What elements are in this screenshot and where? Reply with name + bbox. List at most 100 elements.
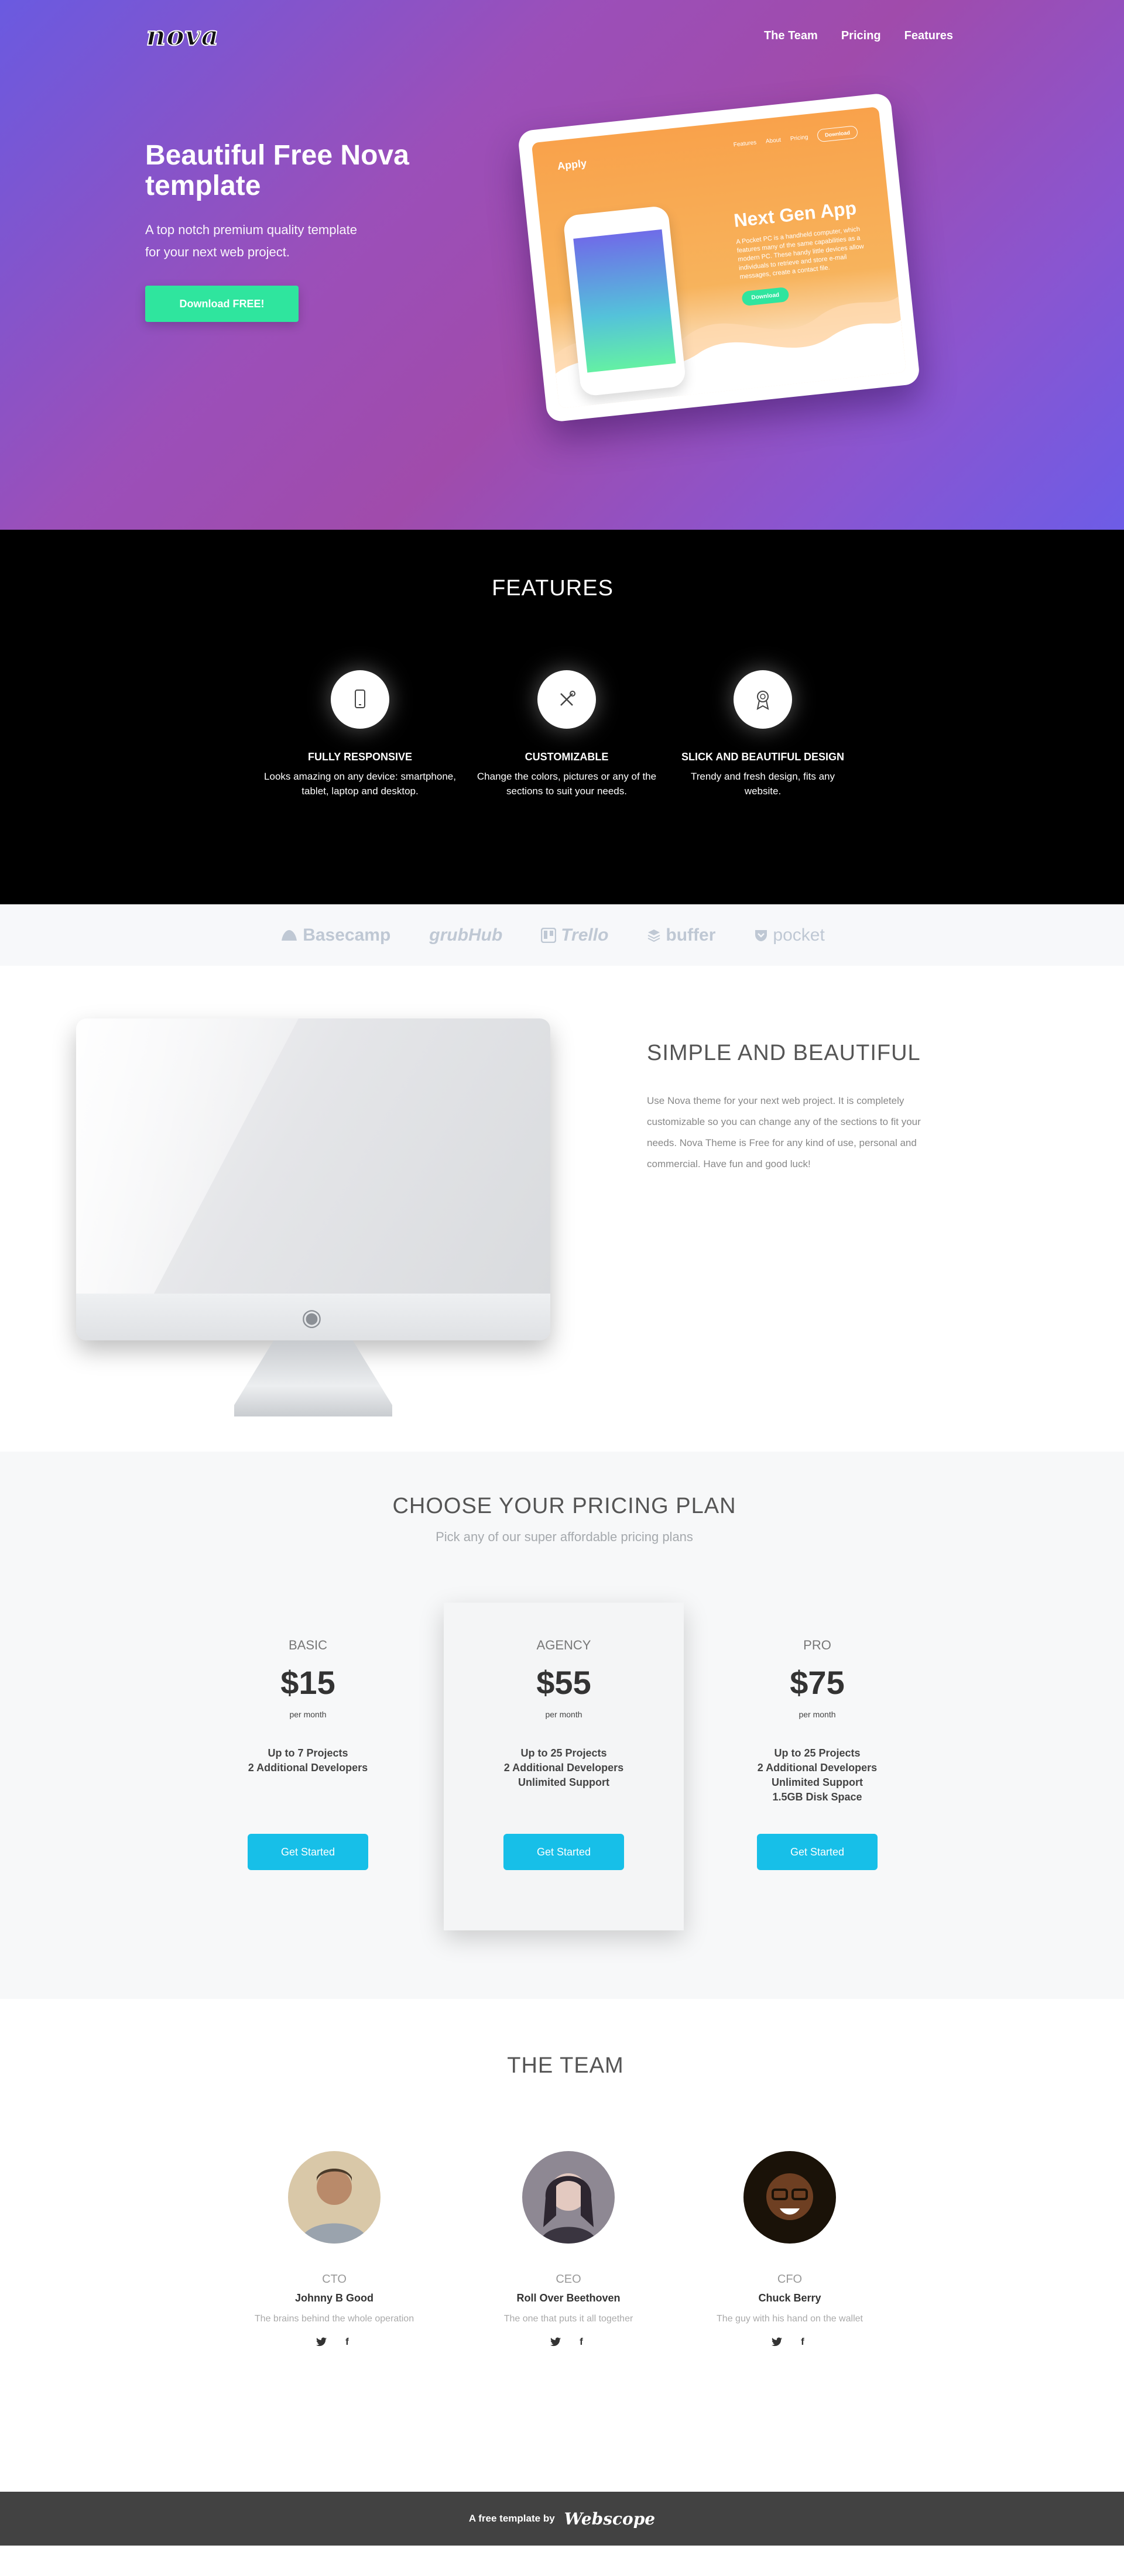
pricing-card-basic: BASIC $15 per month Up to 7 Projects 2 A… xyxy=(203,1603,413,1930)
nav-link-pricing[interactable]: Pricing xyxy=(841,29,881,43)
team-member-card: CFO Chuck Berry The guy with his hand on… xyxy=(687,2139,892,2348)
about-section: ◉ SIMPLE AND BEAUTIFUL Use Nova theme fo… xyxy=(0,966,1124,1452)
pricing-header: CHOOSE YOUR PRICING PLAN Pick any of our… xyxy=(150,1457,979,1569)
member-name: Roll Over Beethoven xyxy=(516,2292,621,2304)
member-name: Chuck Berry xyxy=(758,2292,821,2304)
pricing-plans: BASIC $15 per month Up to 7 Projects 2 A… xyxy=(150,1579,979,1986)
pricing-card-agency: AGENCY $55 per month Up to 25 Projects 2… xyxy=(444,1603,684,1930)
footer: A free template by Webscope xyxy=(0,2492,1124,2546)
social-links: f xyxy=(472,2336,665,2348)
client-name: buffer xyxy=(666,925,716,945)
hero-title: Beautiful Free Nova template xyxy=(145,140,409,201)
clients-section: Basecamp grubHub Trello buffer pocket xyxy=(0,904,1124,966)
feature-card: CUSTOMIZABLE Change the colors, pictures… xyxy=(468,654,665,798)
features-row: FULLY RESPONSIVE Looks amazing on any de… xyxy=(133,647,972,898)
mockup-nav: Features About Pricing Download xyxy=(733,125,858,151)
client-logos: Basecamp grubHub Trello buffer pocket xyxy=(133,910,972,960)
twitter-icon[interactable] xyxy=(771,2336,783,2348)
get-started-button[interactable]: Get Started xyxy=(503,1834,624,1870)
footer-text: A free template by xyxy=(468,2513,555,2524)
client-name: grubHub xyxy=(429,925,503,945)
feature-title: SLICK AND BEAUTIFUL DESIGN xyxy=(681,751,844,763)
plan-price: $15 xyxy=(280,1664,335,1701)
navbar: nova The Team Pricing Features xyxy=(133,6,972,70)
features-title: FEATURES xyxy=(492,575,614,601)
get-started-button[interactable]: Get Started xyxy=(757,1834,878,1870)
member-bio: The guy with his hand on the wallet xyxy=(717,2314,863,2324)
tablet-mockup: Apply Features About Pricing Download Ne… xyxy=(517,92,921,423)
pricing-subtitle: Pick any of our super affordable pricing… xyxy=(436,1529,693,1544)
mockup-link: Pricing xyxy=(790,133,808,142)
feature-text: Change the colors, pictures or any of th… xyxy=(477,771,657,797)
mockup-download: Download xyxy=(817,125,858,143)
client-logo-basecamp: Basecamp xyxy=(280,925,390,945)
plan-name: BASIC xyxy=(288,1638,328,1652)
client-logo-pocket: pocket xyxy=(754,925,825,945)
social-links: f xyxy=(687,2336,892,2348)
mockup-link: About xyxy=(765,136,782,145)
about-title: SIMPLE AND BEAUTIFUL xyxy=(647,1041,921,1065)
member-bio: The brains behind the whole operation xyxy=(254,2314,414,2324)
plan-price: $75 xyxy=(790,1664,845,1701)
plan-features: Up to 7 Projects 2 Additional Developers xyxy=(203,1746,413,1834)
mockup-text: A Pocket PC is a handheld computer, whic… xyxy=(735,225,865,281)
apple-logo-icon: ◉ xyxy=(301,1305,322,1330)
facebook-icon[interactable]: f xyxy=(575,2336,587,2348)
hero-text: A top notch premium quality template for… xyxy=(145,222,357,259)
pricing-section: CHOOSE YOUR PRICING PLAN Pick any of our… xyxy=(0,1452,1124,1999)
client-logo-trello: Trello xyxy=(541,925,608,945)
plan-period: per month xyxy=(799,1710,836,1719)
member-name: Johnny B Good xyxy=(295,2292,373,2304)
imac-image: ◉ xyxy=(76,1018,550,1428)
plan-name: AGENCY xyxy=(536,1638,591,1652)
facebook-icon[interactable]: f xyxy=(797,2336,808,2348)
feature-title: FULLY RESPONSIVE xyxy=(307,751,413,763)
team-section: THE TEAM CTO Johnny B Good The brains be… xyxy=(0,1999,1124,2492)
plan-feature: Up to 25 Projects xyxy=(520,1747,607,1759)
plan-feature: 1.5GB Disk Space xyxy=(772,1791,862,1803)
footer-brand-link[interactable]: Webscope xyxy=(564,2509,655,2529)
mockup-title: Next Gen App xyxy=(732,197,858,231)
twitter-icon[interactable] xyxy=(550,2336,561,2348)
client-logo-buffer: buffer xyxy=(647,925,715,945)
hero-mockup: Apply Features About Pricing Download Ne… xyxy=(485,88,962,515)
pricing-title: CHOOSE YOUR PRICING PLAN xyxy=(392,1494,736,1518)
hero-section: nova The Team Pricing Features Beautiful… xyxy=(0,0,1124,530)
logo[interactable]: nova xyxy=(142,15,224,56)
pricing-card-pro: PRO $75 per month Up to 25 Projects 2 Ad… xyxy=(712,1603,923,1930)
team-title: THE TEAM xyxy=(507,2053,624,2078)
member-bio: The one that puts it all together xyxy=(503,2314,633,2324)
feature-title: CUSTOMIZABLE xyxy=(525,751,609,763)
member-role: CEO xyxy=(556,2273,581,2286)
mockup-brand: Apply xyxy=(557,157,587,172)
mobile-phone-icon xyxy=(331,670,389,729)
plan-feature: Unlimited Support xyxy=(772,1776,863,1788)
member-role: CTO xyxy=(322,2273,347,2286)
client-name: pocket xyxy=(773,925,825,945)
team-members: CTO Johnny B Good The brains behind the … xyxy=(156,2128,978,2479)
logo-text: nova xyxy=(146,19,220,52)
plan-feature: Up to 7 Projects xyxy=(268,1747,348,1759)
wrench-tools-icon xyxy=(537,670,596,729)
client-logo-grubhub: grubHub xyxy=(429,925,502,945)
phone-mockup xyxy=(563,205,687,397)
download-button[interactable]: Download FREE! xyxy=(145,286,299,322)
nav-link-features[interactable]: Features xyxy=(904,29,953,43)
feature-text: Trendy and fresh design, fits any websit… xyxy=(690,771,835,797)
plan-price: $55 xyxy=(536,1664,591,1701)
avatar xyxy=(288,2151,381,2244)
plan-features: Up to 25 Projects 2 Additional Developer… xyxy=(712,1746,923,1834)
nav-links: The Team Pricing Features xyxy=(753,15,964,56)
facebook-icon[interactable]: f xyxy=(341,2336,353,2348)
avatar xyxy=(522,2151,615,2244)
feature-card: SLICK AND BEAUTIFUL DESIGN Trendy and fr… xyxy=(678,654,848,798)
get-started-button[interactable]: Get Started xyxy=(248,1834,368,1870)
team-member-card: CEO Roll Over Beethoven The one that put… xyxy=(472,2139,665,2348)
award-ribbon-icon xyxy=(734,670,792,729)
plan-feature: 2 Additional Developers xyxy=(248,1762,368,1774)
hero-copy: Beautiful Free Nova template A top notch… xyxy=(145,88,473,515)
twitter-icon[interactable] xyxy=(316,2336,327,2348)
nav-link-team[interactable]: The Team xyxy=(764,29,818,43)
features-section: FEATURES FULLY RESPONSIVE Looks amazing … xyxy=(0,530,1124,904)
plan-feature: Up to 25 Projects xyxy=(774,1747,861,1759)
